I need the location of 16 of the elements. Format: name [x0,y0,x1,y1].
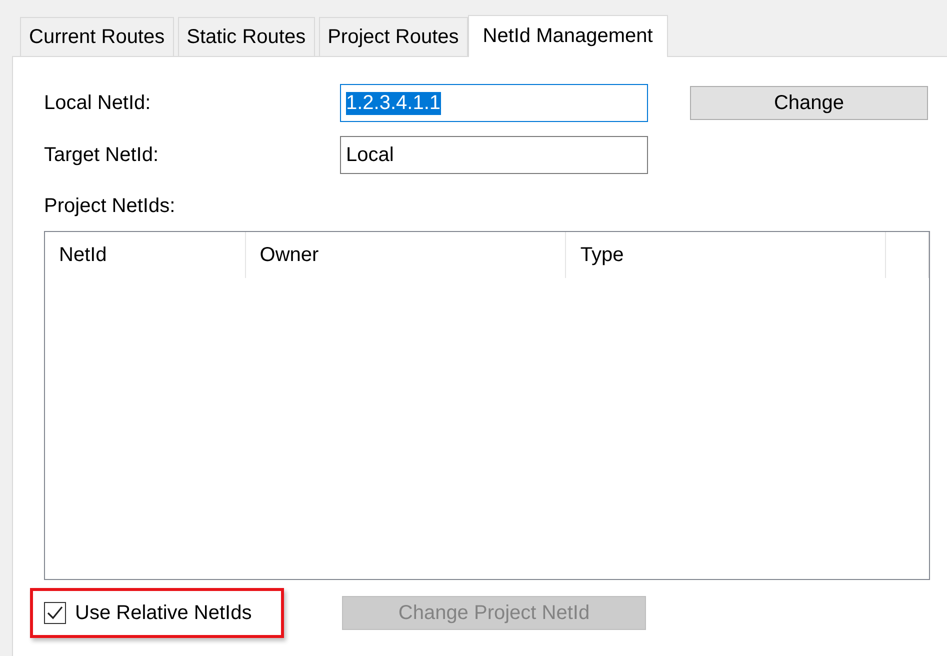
input-field[interactable]: Local [340,136,648,174]
checkbox[interactable] [44,602,66,624]
tab[interactable]: NetId Management [468,15,668,57]
tab[interactable]: Project Routes [318,17,468,56]
field-label: Target NetId: [44,144,160,166]
input-field[interactable]: 1.2.3.4.1.1 [340,84,648,122]
button[interactable]: Change [690,86,928,120]
column-header[interactable]: NetId [45,232,246,278]
list-view[interactable]: NetId Owner Type [44,231,930,580]
tab[interactable]: Current Routes [20,17,174,56]
checkbox-label[interactable]: Use Relative NetIds [75,602,252,624]
section-label: Project NetIds: [44,195,176,217]
column-header[interactable]: Owner [246,232,566,278]
field-label: Local NetId: [44,92,152,114]
tab[interactable]: Static Routes [178,17,315,56]
column-header[interactable]: Type [566,232,886,278]
